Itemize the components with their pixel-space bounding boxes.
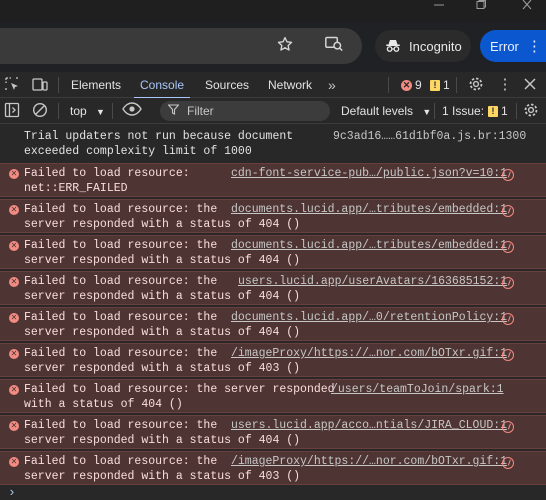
- error-icon: ✕: [9, 241, 19, 251]
- context-selector[interactable]: top ▼: [70, 98, 105, 124]
- console-prompt[interactable]: ›: [8, 485, 16, 500]
- profile-error-button[interactable]: Error ⋮: [480, 30, 546, 62]
- star-icon[interactable]: [276, 35, 294, 58]
- divider: [456, 77, 457, 93]
- console-message-error: ✕ Failed to load resource: the server re…: [0, 307, 546, 341]
- error-icon: ✕: [9, 205, 19, 215]
- console-message-info: Trial updaters not run because document …: [0, 127, 546, 161]
- incognito-button[interactable]: Incognito: [375, 30, 471, 62]
- tab-elements[interactable]: Elements: [71, 72, 121, 98]
- console-message-error: ✕ Failed to load resource: the server re…: [0, 415, 546, 449]
- incognito-icon: [384, 37, 402, 55]
- divider: [516, 103, 517, 119]
- network-request-icon[interactable]: [502, 457, 514, 469]
- console-toolbar: top ▼ Default levels ▼ 1 Issue: ! 1: [0, 98, 546, 124]
- message-source-link[interactable]: /imageProxy/https://…nor.com/bOTxr.gif:1: [231, 455, 507, 470]
- network-request-icon[interactable]: [502, 349, 514, 361]
- message-source-link[interactable]: 9c3ad16……61d1bf0a.js.br:1300: [333, 130, 526, 145]
- issues-label: 1 Issue:: [442, 104, 485, 118]
- eye-icon[interactable]: [121, 102, 143, 120]
- divider: [112, 103, 113, 119]
- console-message-error: ✕ Failed to load resource: the server re…: [0, 379, 546, 413]
- network-request-icon[interactable]: [502, 169, 514, 181]
- message-source-link[interactable]: documents.lucid.app/…tributes/embedded:1: [231, 239, 507, 254]
- sidebar-toggle-icon[interactable]: [3, 102, 21, 120]
- clear-console-icon[interactable]: [31, 102, 49, 120]
- kebab-icon[interactable]: ⋮: [527, 37, 542, 55]
- divider: [58, 77, 59, 93]
- log-levels-dropdown[interactable]: Default levels ▼: [341, 98, 431, 124]
- issue-warning-icon: !: [488, 105, 499, 117]
- message-text: Trial updaters not run because document …: [24, 130, 294, 158]
- message-source-link[interactable]: /imageProxy/https://…nor.com/bOTxr.gif:1: [231, 347, 507, 362]
- lens-icon[interactable]: [324, 35, 344, 58]
- divider: [434, 103, 435, 119]
- devtools-tabbar: Elements Console Sources Network » ✕ 9 !…: [0, 72, 546, 99]
- console-message-error: ✕ Failed to load resource: the server re…: [0, 235, 546, 269]
- network-request-icon[interactable]: [502, 205, 514, 217]
- restore-icon[interactable]: [466, 0, 496, 12]
- settings-gear-icon[interactable]: [467, 76, 485, 94]
- device-toolbar-icon[interactable]: [31, 76, 49, 94]
- message-text: Failed to load resource: the server resp…: [24, 383, 335, 411]
- console-settings-gear-icon[interactable]: [522, 102, 540, 120]
- close-devtools-icon[interactable]: [521, 76, 539, 94]
- filter-box[interactable]: [160, 101, 330, 121]
- filter-input[interactable]: [187, 104, 327, 118]
- console-messages: Trial updaters not run because document …: [0, 124, 546, 500]
- console-message-error: ✕ Failed to load resource: net::ERR_FAIL…: [0, 163, 546, 197]
- issues-counter[interactable]: 1 Issue: ! 1: [442, 98, 508, 124]
- console-message-error: ✕ Failed to load resource: the server re…: [0, 343, 546, 377]
- error-count-badge[interactable]: ✕ 9: [401, 72, 422, 98]
- address-bar[interactable]: [0, 28, 362, 64]
- devtools-menu-icon[interactable]: ⋮: [496, 76, 514, 94]
- warning-count: 1: [443, 78, 450, 92]
- tab-network[interactable]: Network: [268, 72, 312, 98]
- error-count: 9: [415, 78, 422, 92]
- levels-label: Default levels: [341, 104, 414, 118]
- console-message-error: ✕ Failed to load resource: the server re…: [0, 451, 546, 485]
- filter-icon: [167, 104, 180, 118]
- message-source-link[interactable]: documents.lucid.app/…tributes/embedded:1: [231, 203, 507, 218]
- tab-console[interactable]: Console: [133, 72, 191, 99]
- tab-sources[interactable]: Sources: [205, 72, 249, 98]
- message-source-link[interactable]: users.lucid.app/acco…ntials/JIRA_CLOUD:1: [231, 419, 507, 434]
- error-icon: ✕: [9, 457, 19, 467]
- browser-toolbar: Incognito Error ⋮: [0, 22, 546, 72]
- inspect-element-icon[interactable]: [3, 76, 21, 94]
- error-icon: ✕: [401, 79, 412, 91]
- error-icon: ✕: [9, 313, 19, 323]
- message-source-link[interactable]: users.lucid.app/userAvatars/163685152:1: [238, 275, 507, 290]
- message-source-link[interactable]: documents.lucid.app/…0/retentionPolicy:1: [231, 311, 507, 326]
- divider: [58, 103, 59, 119]
- incognito-label: Incognito: [409, 38, 462, 54]
- console-message-error: ✕ Failed to load resource: the server re…: [0, 199, 546, 233]
- warning-count-badge[interactable]: ! 1: [430, 72, 450, 98]
- message-source-link[interactable]: cdn-font-service-pub…/public.json?v=10:1: [231, 167, 507, 182]
- issues-count: 1: [501, 104, 508, 118]
- minimize-icon[interactable]: [424, 0, 454, 12]
- context-label: top: [70, 104, 87, 118]
- error-icon: ✕: [9, 385, 19, 395]
- dropdown-arrow-icon: ▼: [96, 107, 105, 117]
- divider: [388, 77, 389, 93]
- message-text: Failed to load resource: net::ERR_FAILED: [24, 167, 190, 195]
- message-source-link[interactable]: /users/teamToJoin/spark:1: [331, 383, 504, 398]
- window-titlebar: [0, 0, 546, 22]
- error-icon: ✕: [9, 349, 19, 359]
- network-request-icon[interactable]: [502, 277, 514, 289]
- network-request-icon[interactable]: [502, 313, 514, 325]
- error-label: Error: [490, 38, 519, 54]
- network-request-icon[interactable]: [502, 421, 514, 433]
- more-tabs-icon[interactable]: »: [328, 72, 336, 98]
- error-icon: ✕: [9, 421, 19, 431]
- network-request-icon[interactable]: [502, 241, 514, 253]
- error-icon: ✕: [9, 169, 19, 179]
- console-message-error: ✕ Failed to load resource: the server re…: [0, 271, 546, 305]
- dropdown-arrow-icon: ▼: [422, 107, 432, 117]
- error-icon: ✕: [9, 277, 19, 287]
- warning-icon: !: [430, 79, 440, 91]
- close-icon[interactable]: [512, 0, 542, 12]
